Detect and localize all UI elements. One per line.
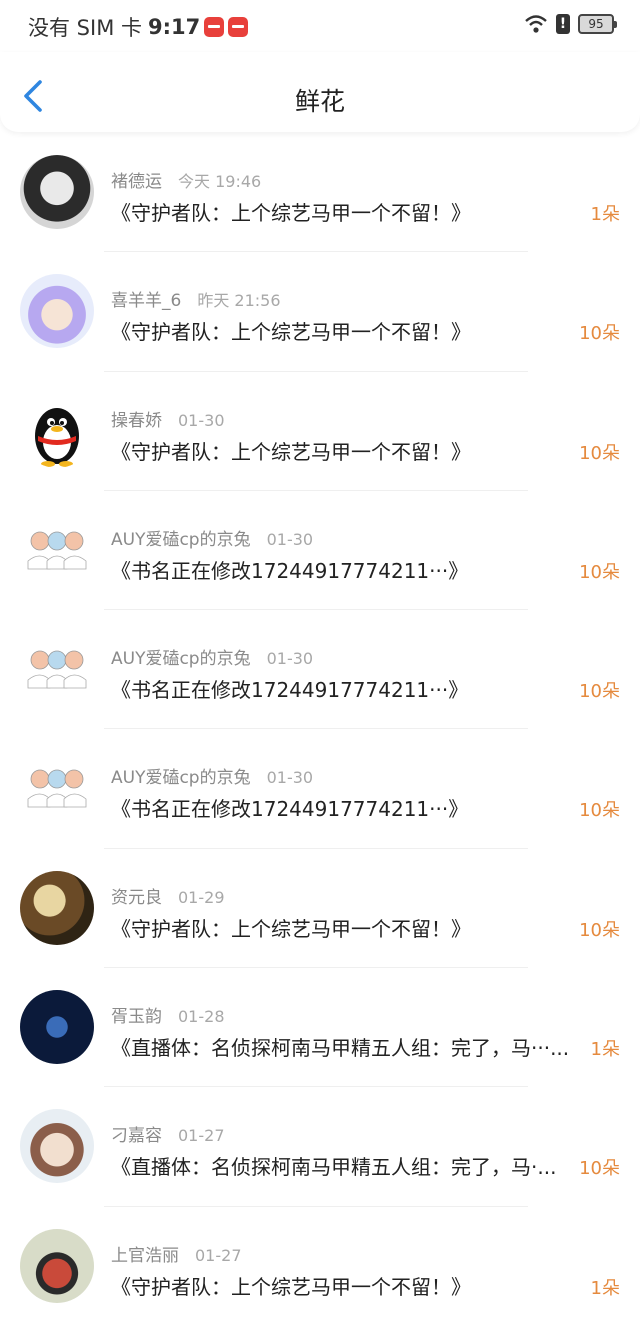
book-title[interactable]: 《守护者队：上个综艺马甲一个不留！》 <box>111 197 591 226</box>
battery-icon: 95 <box>578 14 617 34</box>
book-title[interactable]: 《守护者队：上个综艺马甲一个不留！》 <box>111 436 591 465</box>
avatar[interactable] <box>20 1109 94 1184</box>
list-item[interactable]: AUY爱磕cp的京兔 01-30 《书名正在修改17244917774211···… <box>0 610 640 730</box>
flower-count: 10朵 <box>579 681 620 703</box>
flower-count: 10朵 <box>579 1158 620 1180</box>
sketch-babies-image <box>27 531 87 570</box>
list-item[interactable]: 刁嘉容 01-27 《直播体：名侦探柯南马甲精五人组：完了，马·... 10朵 <box>0 1087 640 1207</box>
flower-count: 10朵 <box>579 442 620 464</box>
clock: 9:17 <box>148 15 201 39</box>
user-name[interactable]: AUY爱磕cp的京兔 <box>111 649 251 669</box>
user-name[interactable]: 刁嘉容 <box>111 1126 162 1146</box>
avatar[interactable] <box>20 1228 94 1303</box>
item-date: 01-29 <box>178 887 225 907</box>
item-date: 01-27 <box>195 1245 242 1265</box>
flower-count: 1朵 <box>590 1277 620 1299</box>
list-item[interactable]: AUY爱磕cp的京兔 01-30 《书名正在修改17244917774211···… <box>0 491 640 611</box>
flower-count: 10朵 <box>579 919 620 941</box>
carrier-text: 没有 SIM 卡 <box>28 16 142 40</box>
alert-icon: ! <box>556 14 570 34</box>
avatar[interactable] <box>20 632 94 707</box>
avatar[interactable] <box>20 990 94 1065</box>
user-name[interactable]: 喜羊羊_6 <box>111 291 181 311</box>
user-name[interactable]: AUY爱磕cp的京兔 <box>111 530 251 550</box>
list-item[interactable]: AUY爱磕cp的京兔 01-30 《书名正在修改17244917774211···… <box>0 729 640 849</box>
list-item[interactable]: 胥玉韵 01-28 《直播体：名侦探柯南马甲精五人组：完了，马···... 1朵 <box>0 968 640 1088</box>
avatar[interactable] <box>20 870 94 945</box>
avatar[interactable] <box>20 274 94 349</box>
app-notification-icon <box>228 17 249 37</box>
wifi-icon <box>525 15 547 33</box>
flower-count: 10朵 <box>579 561 620 583</box>
user-name[interactable]: AUY爱磕cp的京兔 <box>111 768 251 788</box>
item-date: 01-27 <box>178 1126 225 1146</box>
avatar[interactable] <box>20 512 94 587</box>
sketch-babies-image <box>27 650 87 689</box>
book-title[interactable]: 《书名正在修改17244917774211···》 <box>111 555 591 584</box>
status-right: ! 95 <box>524 14 617 34</box>
user-name[interactable]: 上官浩丽 <box>111 1246 179 1266</box>
flower-count: 10朵 <box>579 800 620 822</box>
status-left: 没有 SIM 卡 9:17 <box>28 12 249 42</box>
sketch-babies-image <box>27 770 87 808</box>
list-item[interactable]: 褚德运 今天 19:46 《守护者队：上个综艺马甲一个不留！》 1朵 <box>0 133 640 253</box>
item-date: 01-30 <box>266 649 314 669</box>
item-date: 01-30 <box>178 410 225 430</box>
book-title[interactable]: 《守护者队：上个综艺马甲一个不留！》 <box>111 913 591 942</box>
book-title[interactable]: 《守护者队：上个综艺马甲一个不留！》 <box>111 1271 591 1300</box>
qq-penguin-icon <box>35 407 79 467</box>
app-notification-icon <box>204 17 225 37</box>
list-item[interactable]: 资元良 01-29 《守护者队：上个综艺马甲一个不留！》 10朵 <box>0 849 640 969</box>
flower-count: 10朵 <box>579 323 620 345</box>
status-bar: 没有 SIM 卡 9:17 ! 95 <box>0 0 640 52</box>
book-title[interactable]: 《守护者队：上个综艺马甲一个不留！》 <box>111 316 591 345</box>
header: 鲜花 <box>0 52 640 132</box>
avatar[interactable] <box>20 751 94 826</box>
item-date: 01-30 <box>266 529 314 549</box>
user-name[interactable]: 褚德运 <box>111 172 162 192</box>
list-item[interactable]: 喜羊羊_6 昨天 21:56 《守护者队：上个综艺马甲一个不留！》 10朵 <box>0 252 640 372</box>
book-title[interactable]: 《直播体：名侦探柯南马甲精五人组：完了，马···... <box>111 1032 591 1061</box>
item-date: 今天 19:46 <box>178 172 262 191</box>
avatar[interactable] <box>20 393 94 468</box>
flower-count: 1朵 <box>590 1039 620 1061</box>
list-item[interactable]: 操春娇 01-30 《守护者队：上个综艺马甲一个不留！》 10朵 <box>0 372 640 491</box>
item-date: 01-30 <box>266 768 314 788</box>
user-name[interactable]: 操春娇 <box>111 411 162 431</box>
page-title: 鲜花 <box>294 87 345 116</box>
avatar[interactable] <box>20 155 94 229</box>
book-title[interactable]: 《书名正在修改17244917774211···》 <box>111 793 591 822</box>
user-name[interactable]: 资元良 <box>111 888 162 908</box>
list-item[interactable]: 上官浩丽 01-27 《守护者队：上个综艺马甲一个不留！》 1朵 <box>0 1207 640 1326</box>
item-date: 昨天 21:56 <box>197 291 281 311</box>
item-date: 01-28 <box>178 1007 225 1027</box>
book-title[interactable]: 《书名正在修改17244917774211···》 <box>111 674 591 703</box>
flower-list: 褚德运 今天 19:46 《守护者队：上个综艺马甲一个不留！》 1朵 喜羊羊_6 昨… <box>0 133 640 1326</box>
flower-count: 1朵 <box>590 204 620 225</box>
book-title[interactable]: 《直播体：名侦探柯南马甲精五人组：完了，马·... <box>111 1151 591 1180</box>
user-name[interactable]: 胥玉韵 <box>111 1007 162 1027</box>
